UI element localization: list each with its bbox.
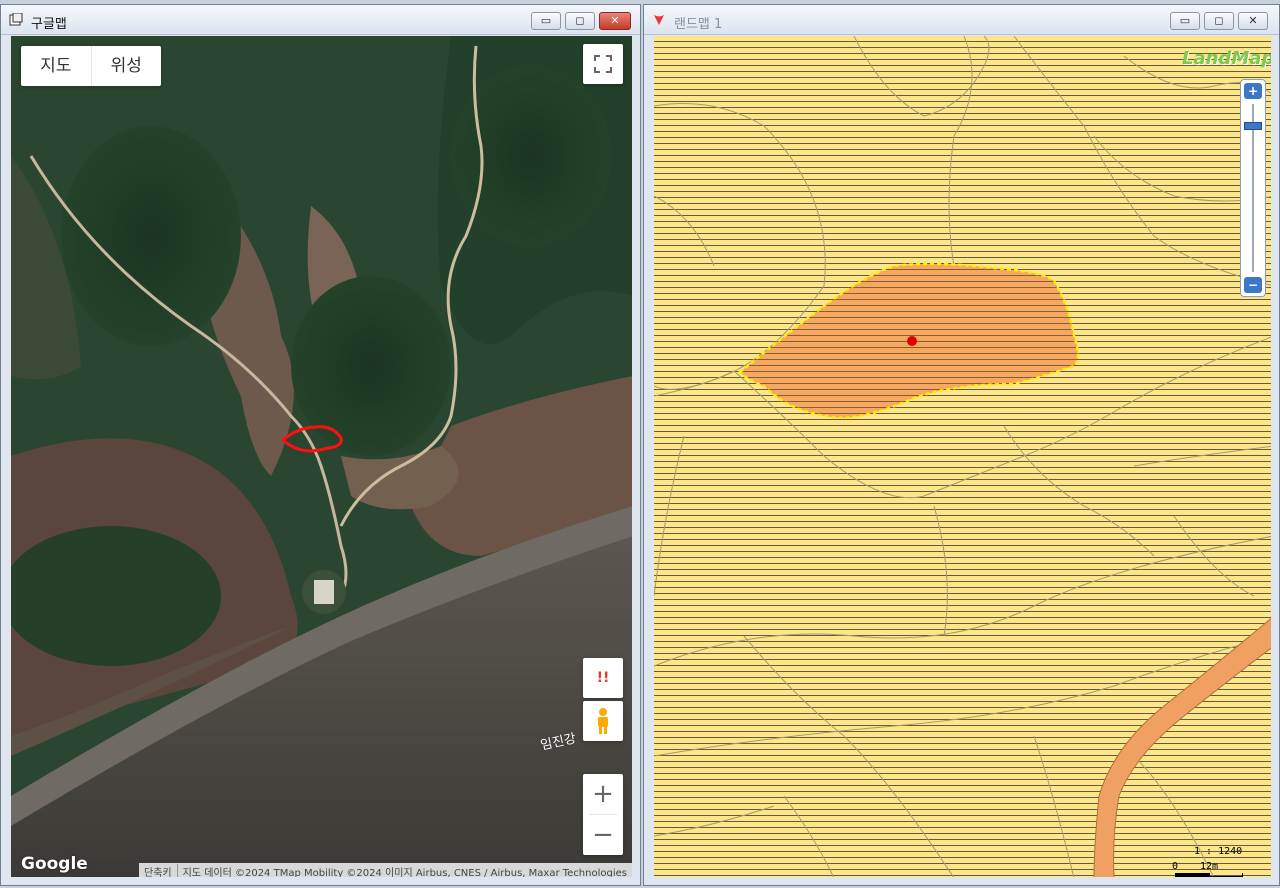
maximize-button[interactable]: ◻ — [1204, 12, 1234, 30]
minimize-button[interactable]: ▭ — [531, 12, 561, 30]
minimize-button[interactable]: ▭ — [1170, 12, 1200, 30]
zoom-slider-thumb[interactable] — [1244, 122, 1262, 130]
scale-length: 12m — [1200, 861, 1219, 872]
scale-bar — [1175, 873, 1243, 877]
landmap-zoom-out-icon[interactable]: − — [1244, 277, 1262, 293]
landmap-zoom-bar[interactable]: + − — [1240, 79, 1266, 297]
landmap-logo: LandMap — [1182, 48, 1271, 69]
maximize-button[interactable]: ◻ — [565, 12, 595, 30]
google-logo: Google — [21, 854, 88, 874]
landmap-window: 랜드맵 1 ▭ ◻ ✕ LandMap + − 1: 1240 0 12m — [643, 4, 1280, 886]
attribution-bar: 단축키 지도 데이터 ©2024 TMap Mobility ©2024 이미지… — [139, 863, 632, 877]
window-title: 랜드맵 1 — [674, 17, 723, 32]
report-problem-button[interactable]: !! — [583, 658, 623, 698]
scale-ratio: 1 : 1240 — [1194, 846, 1243, 857]
keyboard-shortcuts-link[interactable]: 단축키 — [139, 863, 178, 877]
landmap-area[interactable]: LandMap + − 1 : 1240 0 12m — [654, 36, 1271, 877]
scale-zero: 0 — [1172, 861, 1179, 872]
google-map-window: 구글맵 ▭ ◻ ✕ 지도 위성 !! 임진강 + − Google 단축키 지도… — [0, 4, 641, 886]
zoom-control: + − — [583, 774, 623, 855]
zoom-in-button[interactable]: + — [583, 774, 623, 814]
fullscreen-button[interactable] — [583, 44, 623, 84]
landmap-app-icon — [654, 15, 664, 25]
window-title: 구글맵 — [31, 17, 67, 32]
street-view-pegman-button[interactable] — [583, 701, 623, 741]
zoom-out-button[interactable]: − — [583, 815, 623, 855]
map-type-satellite-button[interactable]: 위성 — [92, 46, 162, 86]
map-type-map-button[interactable]: 지도 — [21, 46, 92, 86]
close-button[interactable]: ✕ — [1238, 12, 1268, 30]
google-titlebar[interactable]: 구글맵 ▭ ◻ ✕ — [1, 5, 640, 35]
cadastral-map[interactable] — [654, 36, 1271, 877]
map-data-attribution: 지도 데이터 ©2024 TMap Mobility ©2024 이미지 Air… — [178, 863, 632, 877]
landmap-zoom-in-icon[interactable]: + — [1244, 83, 1262, 99]
close-button[interactable]: ✕ — [599, 12, 631, 30]
app-icon — [9, 13, 23, 26]
pegman-icon — [598, 708, 608, 734]
map-type-control: 지도 위성 — [21, 46, 161, 86]
landmap-titlebar[interactable]: 랜드맵 1 ▭ ◻ ✕ — [644, 5, 1279, 35]
fullscreen-icon — [594, 55, 612, 73]
google-map-area[interactable]: 지도 위성 !! 임진강 + − Google 단축키 지도 데이터 ©2024… — [11, 36, 632, 877]
location-marker — [907, 336, 917, 346]
satellite-map[interactable] — [11, 36, 632, 877]
